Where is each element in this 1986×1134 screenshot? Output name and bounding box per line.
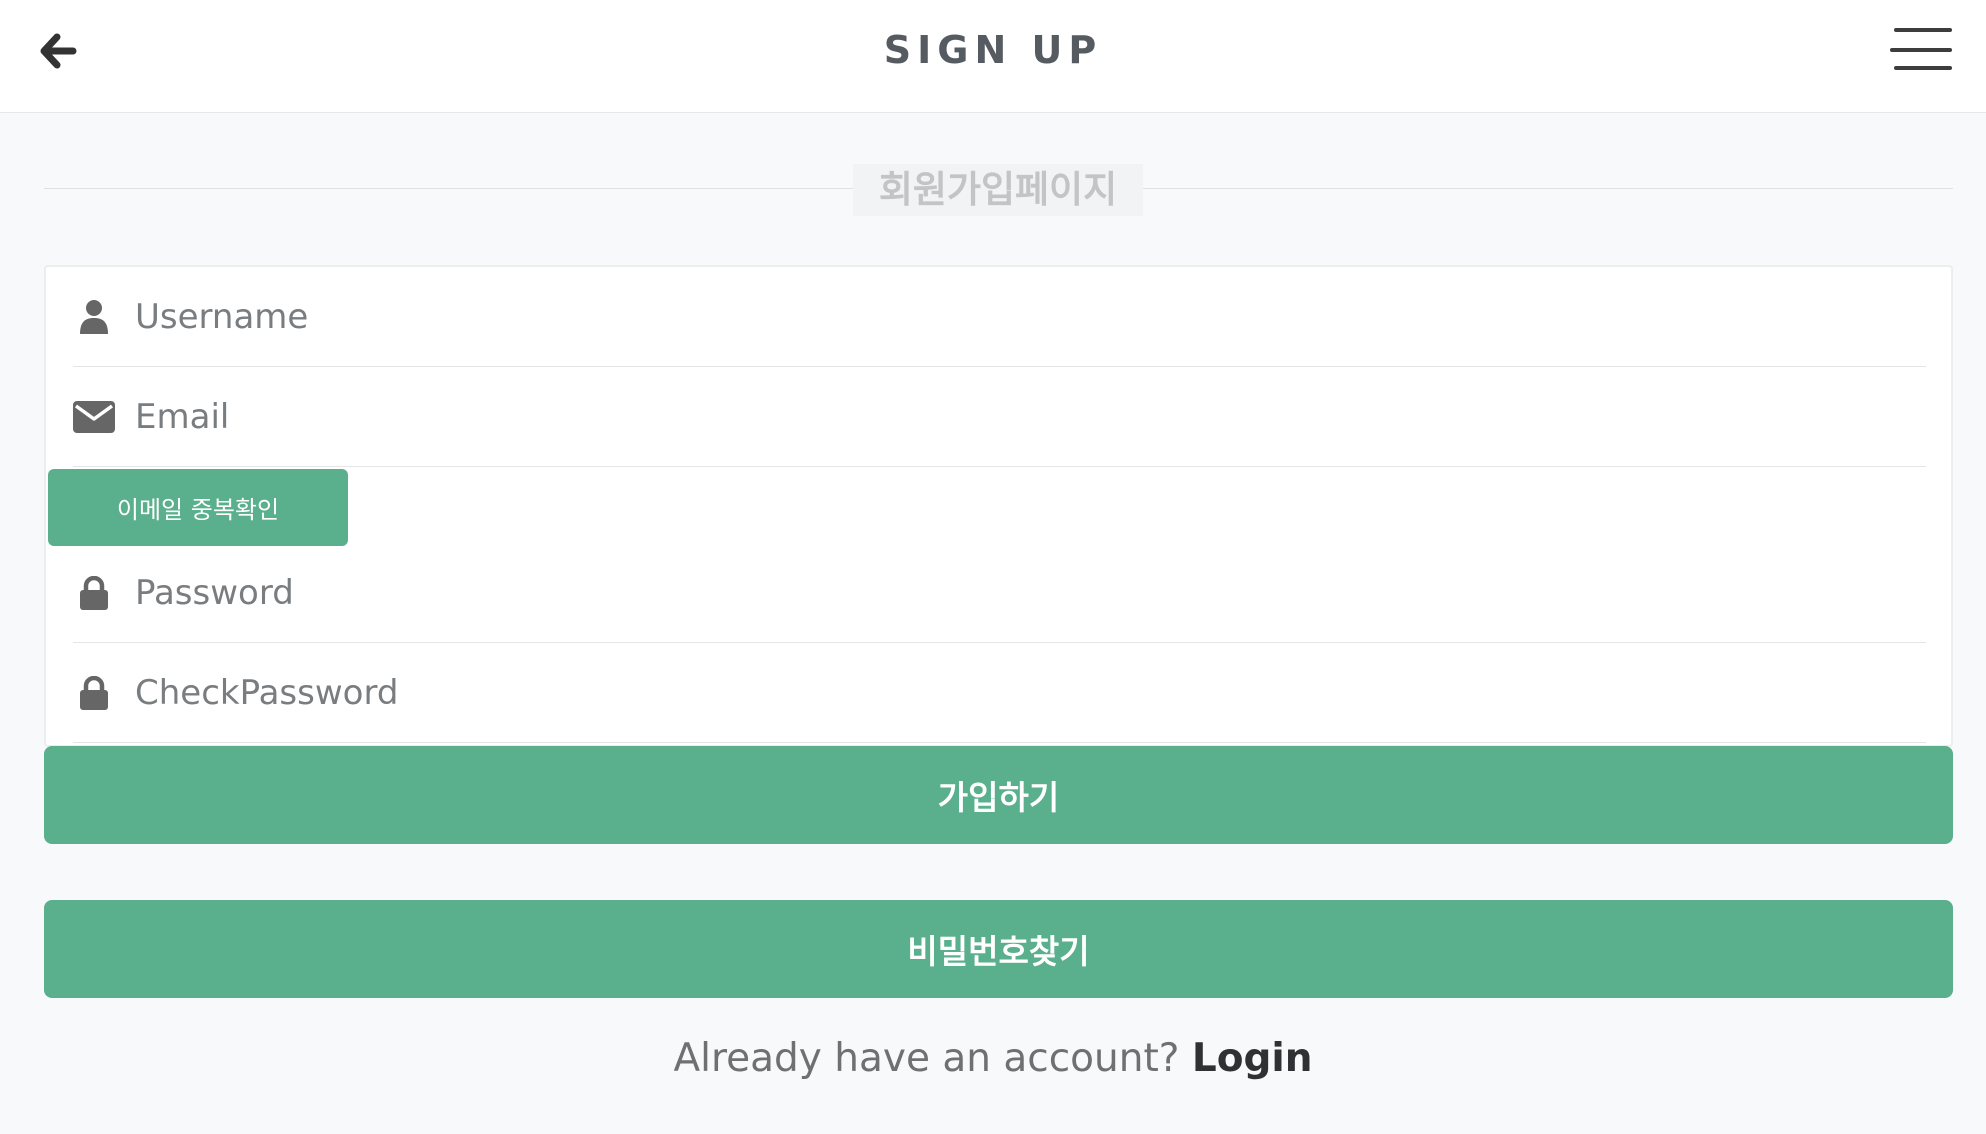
find-password-button[interactable]: 비밀번호찾기 <box>44 900 1953 998</box>
check-email-duplicate-button[interactable]: 이메일 중복확인 <box>48 469 348 546</box>
user-icon <box>73 299 115 335</box>
divider-left <box>44 188 853 189</box>
password-input[interactable] <box>133 543 1913 642</box>
email-input[interactable] <box>133 367 1913 466</box>
username-field <box>73 267 1926 367</box>
menu-button[interactable] <box>1890 28 1952 72</box>
email-field <box>73 367 1926 467</box>
login-prompt: Already have an account? Login <box>0 1036 1986 1081</box>
page-title: SIGN UP <box>883 28 1103 72</box>
envelope-icon <box>73 399 115 435</box>
signup-button[interactable]: 가입하기 <box>44 746 1953 844</box>
password-field <box>73 543 1926 643</box>
login-link[interactable]: Login <box>1192 1036 1313 1081</box>
username-input[interactable] <box>133 267 1913 366</box>
signup-form: 이메일 중복확인 <box>44 265 1953 747</box>
lock-icon <box>73 675 115 711</box>
check-password-field <box>73 643 1926 743</box>
lock-icon <box>73 575 115 611</box>
section-heading: 회원가입페이지 <box>853 164 1143 216</box>
hamburger-menu-icon <box>1894 28 1952 32</box>
app-header: SIGN UP <box>0 0 1986 113</box>
divider-right <box>1143 188 1953 189</box>
check-password-input[interactable] <box>133 643 1913 742</box>
login-prompt-text: Already have an account? <box>673 1036 1192 1081</box>
